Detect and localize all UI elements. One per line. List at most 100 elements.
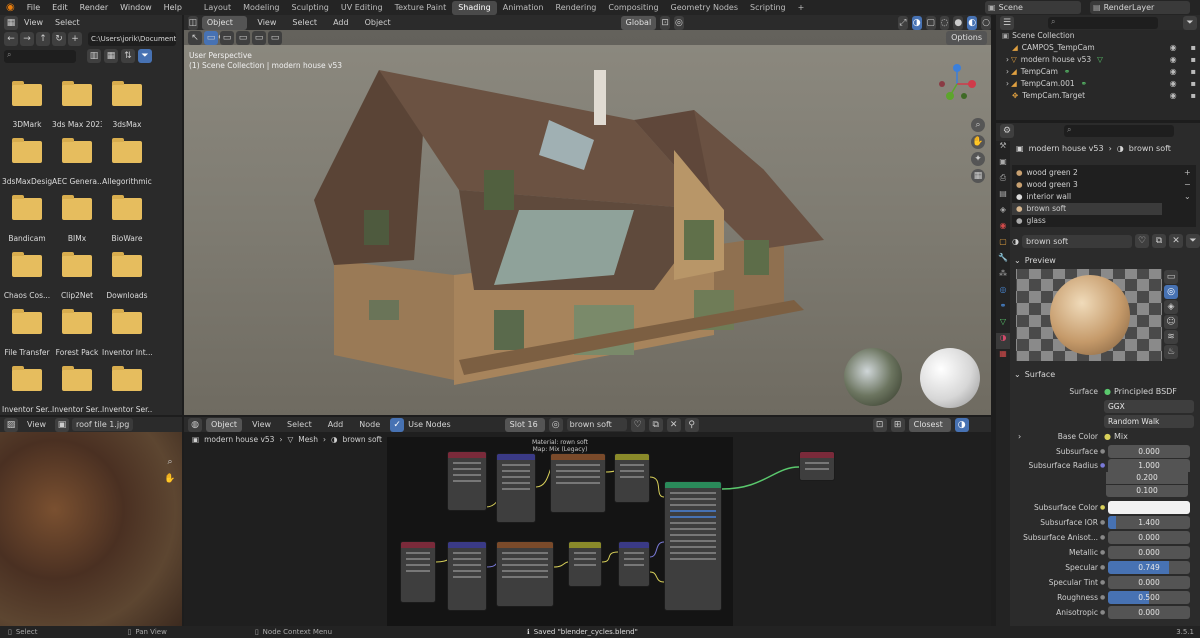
folder-item[interactable]: 3ds Max 2023 <box>52 81 102 129</box>
image-canvas[interactable] <box>0 432 182 626</box>
preview-sphere-icon[interactable]: ◎ <box>1164 285 1178 299</box>
material-slot-item[interactable]: ● wood green 3 <box>1012 179 1196 191</box>
preview-cube-icon[interactable]: ◈ <box>1164 300 1178 314</box>
shading-render-icon[interactable]: ○ <box>981 15 992 30</box>
options-dropdown[interactable]: Options <box>946 30 987 45</box>
transform-orientation-dropdown[interactable]: Global <box>620 15 657 30</box>
subsurface-color-swatch[interactable] <box>1108 501 1190 514</box>
principled-bsdf-node[interactable] <box>664 481 722 611</box>
tab-texture-paint[interactable]: Texture Paint <box>389 1 453 15</box>
expand-arrow-icon[interactable]: › <box>1018 432 1028 441</box>
physics-tab-icon[interactable]: ◎ <box>996 285 1010 301</box>
image-texture-node[interactable] <box>550 453 606 513</box>
folder-item[interactable]: Inventor Ser... <box>52 366 102 414</box>
vp-menu-add[interactable]: Add <box>327 18 355 27</box>
house-model[interactable] <box>294 60 854 405</box>
tab-sculpting[interactable]: Sculpting <box>286 1 335 15</box>
search-input[interactable]: ⌕ <box>1048 16 1158 29</box>
zoom-icon[interactable]: ⌕ <box>971 118 985 132</box>
subsurface-field[interactable]: 0.000 <box>1108 445 1190 458</box>
specular-tint-field[interactable]: 0.000 <box>1108 576 1190 589</box>
grid-view-icon[interactable]: ▦ <box>971 169 985 183</box>
material-slot-item[interactable]: ● glass <box>1012 215 1196 227</box>
scene-collection-row[interactable]: ▣ Scene Collection <box>1002 30 1200 42</box>
subsurface-radius-y-field[interactable]: 0.200 <box>1106 472 1188 484</box>
thumbnail-icon[interactable]: ▦ <box>104 49 118 63</box>
texture-tab-icon[interactable]: ▦ <box>996 349 1010 365</box>
scene-selector[interactable]: ▣ Scene <box>985 1 1081 14</box>
metallic-field[interactable]: 0.000 <box>1108 546 1190 559</box>
output-tab-icon[interactable]: ⎙ <box>996 173 1010 189</box>
subsurface-method-dropdown[interactable]: Random Walk <box>1104 415 1194 428</box>
visibility-eye-icon[interactable]: ◉ <box>1170 42 1177 54</box>
folder-item[interactable]: BioWare <box>102 195 152 243</box>
xray-icon[interactable]: ▢ <box>925 15 936 30</box>
outliner-item[interactable]: › ▽ modern house v53 ▽ ◉ ▪ <box>1002 54 1200 66</box>
snap-icon[interactable]: ⊡ <box>660 15 671 30</box>
subsurface-radius-z-field[interactable]: 0.100 <box>1106 485 1188 497</box>
folder-item[interactable]: Inventor Ser... <box>2 366 52 414</box>
preview-hair-icon[interactable]: ≋ <box>1164 330 1178 344</box>
folder-item[interactable]: Clip2Net <box>52 252 102 300</box>
display-mode-icon[interactable]: ▥ <box>87 49 101 63</box>
folder-item[interactable]: Bandicam <box>2 195 52 243</box>
modifier-tab-icon[interactable]: 🔧 <box>996 253 1010 269</box>
folder-item[interactable]: 3dsMax <box>102 81 152 129</box>
visibility-eye-icon[interactable]: ◉ <box>1170 78 1177 90</box>
mapping-node[interactable] <box>447 541 487 611</box>
preview-flat-icon[interactable]: ▭ <box>1164 270 1178 284</box>
outliner-item[interactable]: ✥ TempCam.Target ◉ ▪ <box>1002 90 1200 102</box>
slot-menu-icon[interactable]: ⌄ <box>1184 191 1194 203</box>
surface-panel-header[interactable]: ⌄ Surface <box>1012 367 1200 381</box>
viewport-gizmo-icon[interactable]: ⤢ <box>897 15 908 30</box>
render-layer-selector[interactable]: ▤ RenderLayer <box>1090 1 1190 14</box>
select-box-icon[interactable]: ▭ <box>204 30 218 45</box>
mix-rgb-node[interactable] <box>568 541 602 587</box>
menu-edit[interactable]: Edit <box>46 3 74 12</box>
visibility-eye-icon[interactable]: ◉ <box>1170 54 1177 66</box>
add-slot-icon[interactable]: + <box>1184 167 1194 179</box>
blender-logo-icon[interactable]: ◉ <box>6 2 15 13</box>
image-browse-icon[interactable]: ▣ <box>54 417 69 432</box>
outliner-item[interactable]: › ◢ TempCam ⚭ ◉ ▪ <box>1002 66 1200 78</box>
node-editor[interactable]: ◍ Object View Select Add Node ✓ Use Node… <box>184 417 991 626</box>
particles-tab-icon[interactable]: ⁂ <box>996 269 1010 285</box>
visibility-eye-icon[interactable]: ◉ <box>1170 90 1177 102</box>
tab-uv-editing[interactable]: UV Editing <box>335 1 389 15</box>
mode-dropdown[interactable]: Object Mode <box>201 15 248 41</box>
camera-icon[interactable]: ✦ <box>971 152 985 166</box>
data-tab-icon[interactable]: ▽ <box>996 317 1010 333</box>
material-browse-icon[interactable]: ◑ <box>1012 237 1019 246</box>
navigation-gizmo[interactable] <box>936 63 978 105</box>
scene-tab-icon[interactable]: ◈ <box>996 205 1010 221</box>
back-icon[interactable]: ← <box>4 32 18 46</box>
folder-item[interactable]: Forest Pack <box>52 309 102 357</box>
texture-coordinate-node[interactable] <box>400 541 436 603</box>
image-texture-node[interactable] <box>496 541 554 607</box>
preview-fluid-icon[interactable]: ♨ <box>1164 345 1178 359</box>
object-tab-icon[interactable]: ▢ <box>996 237 1010 253</box>
material-output-node[interactable] <box>799 451 835 481</box>
tab-geometry-nodes[interactable]: Geometry Nodes <box>665 1 744 15</box>
filter-icon[interactable]: ⏷ <box>138 49 152 63</box>
tab-rendering[interactable]: Rendering <box>550 1 603 15</box>
editor-type-icon[interactable]: ⚙ <box>1000 123 1014 138</box>
material-slot-item-active[interactable]: ● brown soft <box>1012 203 1162 215</box>
tab-shading[interactable]: Shading <box>452 0 497 15</box>
overlay-icon[interactable]: ◑ <box>911 15 922 30</box>
link-dropdown-icon[interactable]: ⏷ <box>1185 234 1200 248</box>
base-color-link-field[interactable]: ● Mix <box>1104 432 1194 441</box>
subsurface-radius-x-field[interactable]: 1.000 <box>1108 459 1190 472</box>
shading-wire-icon[interactable]: ◌ <box>939 15 950 30</box>
subsurface-ior-field[interactable]: 1.400 <box>1108 516 1190 529</box>
select-tool-icon[interactable]: ↖ <box>188 30 202 45</box>
editor-type-icon[interactable]: ☰ <box>1000 15 1014 30</box>
tab-modeling[interactable]: Modeling <box>237 1 285 15</box>
mix-rgb-node[interactable] <box>614 453 650 503</box>
outliner-item[interactable]: › ◢ TempCam.001 ⚭ ◉ ▪ <box>1002 78 1200 90</box>
select-invert-icon[interactable]: ▭ <box>252 30 266 45</box>
tool-tab-icon[interactable]: ⚒ <box>996 141 1010 157</box>
duplicate-icon[interactable]: ⧉ <box>1151 234 1166 248</box>
folder-item[interactable]: 3dsMaxDesign <box>2 138 52 186</box>
texture-coordinate-node[interactable] <box>447 451 487 511</box>
